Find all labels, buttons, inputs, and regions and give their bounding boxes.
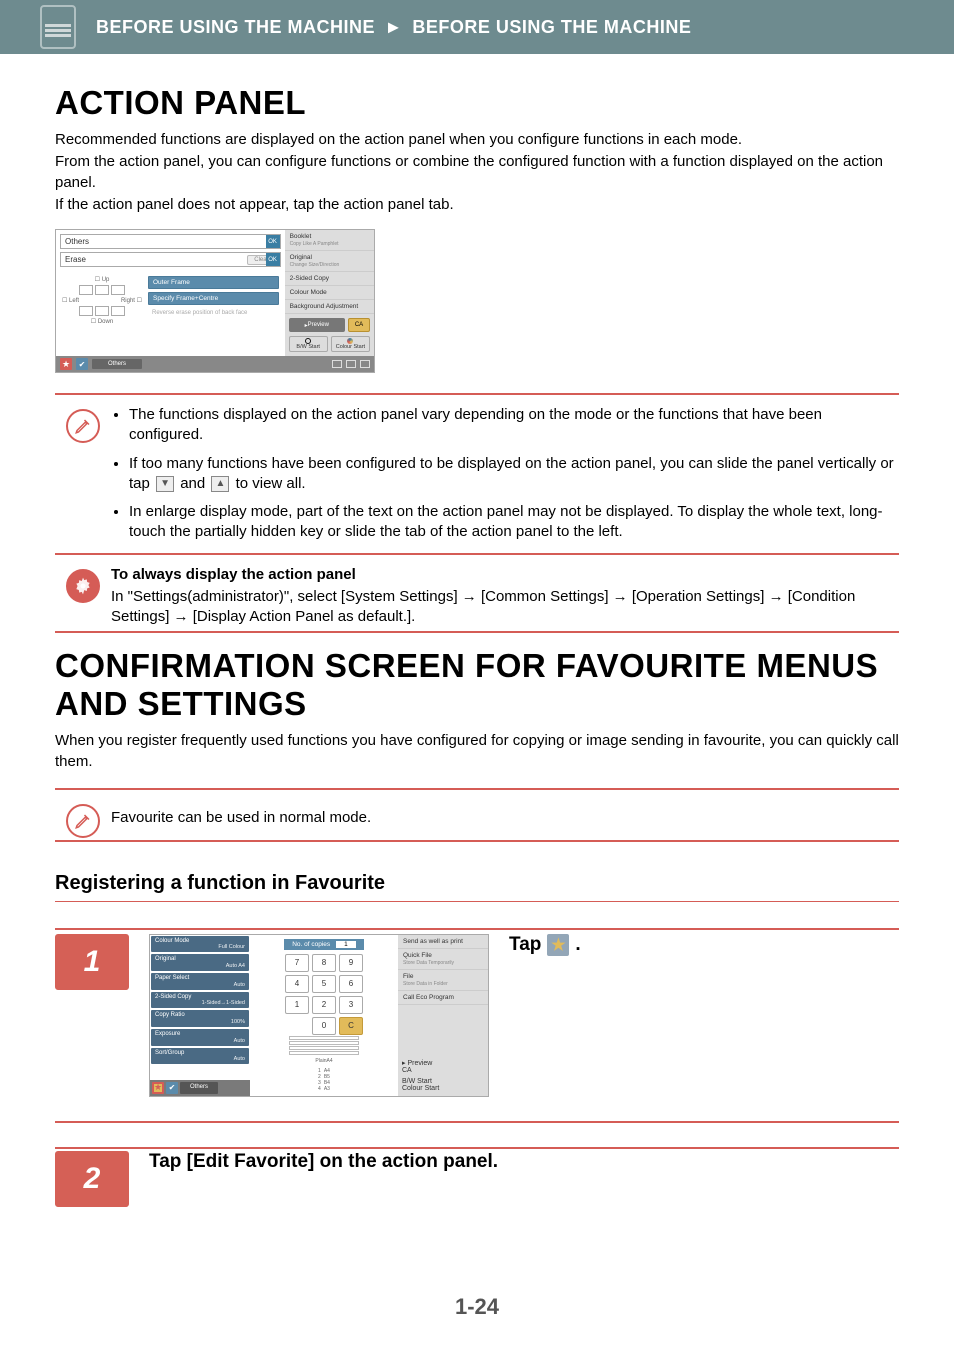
mock-preview-button[interactable]: ▸ Preview — [289, 318, 345, 332]
note-li-3: In enlarge display mode, part of the tex… — [129, 502, 899, 543]
mock-side-background[interactable]: Background Adjustment — [285, 300, 374, 314]
mock2-colour-mode[interactable]: Colour ModeFull Colour — [151, 936, 249, 953]
star-button-icon[interactable]: ★ — [547, 934, 569, 956]
pencil-note-icon-2 — [66, 804, 100, 838]
heading-confirmation-screen: CONFIRMATION SCREEN FOR FAVOURITE MENUS … — [55, 647, 899, 723]
mock2-others-button[interactable]: Others — [180, 1082, 218, 1094]
mock-ok-button[interactable]: OK — [266, 235, 280, 248]
admin-note-title: To always display the action panel — [111, 566, 356, 583]
key-5[interactable]: 5 — [312, 975, 336, 993]
mock2-bw-start-button[interactable]: B/W Start — [402, 1078, 484, 1085]
mock2-quick-file[interactable]: Quick FileStore Data Temporarily — [398, 949, 488, 970]
mock-right-label: Right — [121, 298, 135, 304]
breadcrumb-part-1[interactable]: BEFORE USING THE MACHINE — [96, 17, 375, 37]
intro-line-2: From the action panel, you can configure… — [55, 152, 899, 193]
note-li-1: The functions displayed on the action pa… — [129, 405, 899, 446]
step-1-instruction: Tap ★ . — [509, 934, 899, 956]
mock2-paper-select[interactable]: Paper SelectAuto — [151, 973, 249, 990]
mock2-exposure[interactable]: ExposureAuto — [151, 1029, 249, 1046]
mock2-eco[interactable]: Call Eco Program — [398, 991, 488, 1005]
heading-action-panel: ACTION PANEL — [55, 84, 899, 122]
admin-note-body: In "Settings(administrator)", select [Sy… — [111, 587, 899, 628]
scroll-up-icon[interactable]: ▲ — [211, 476, 229, 492]
key-0[interactable]: 0 — [312, 1017, 336, 1035]
intro-line-3: If the action panel does not appear, tap… — [55, 195, 899, 215]
mock2-keypad[interactable]: 789 456 123 0C — [285, 954, 363, 1035]
mock-left-label: Left — [69, 298, 79, 304]
key-1[interactable]: 1 — [285, 996, 309, 1014]
screenshot-copy-home: Colour ModeFull Colour OriginalAuto A4 P… — [149, 934, 489, 1097]
mock-check-icon[interactable]: ✔ — [76, 358, 88, 370]
mock-side-original[interactable]: OriginalChange Size/Direction — [285, 251, 374, 272]
mock-side-booklet[interactable]: BookletCopy Like A Pamphlet — [285, 230, 374, 251]
mock-favourite-star-icon[interactable]: ★ — [60, 358, 72, 370]
mock2-original[interactable]: OriginalAuto A4 — [151, 954, 249, 971]
step-2-instruction: Tap [Edit Favorite] on the action panel. — [149, 1151, 899, 1173]
breadcrumb-separator-icon: ► — [385, 17, 403, 37]
mock2-colour-start-button[interactable]: Colour Start — [402, 1085, 484, 1092]
mock-erase-diagram: ☐ Up ☐ LeftRight ☐ ☐ Down — [62, 276, 142, 325]
screenshot-erase-panel: OthersOK EraseClearOK ☐ Up ☐ LeftRight ☐… — [55, 229, 375, 373]
mock-side-2sided[interactable]: 2-Sided Copy — [285, 272, 374, 286]
mock-down-label: Down — [98, 319, 113, 325]
mock2-check-icon[interactable]: ✔ — [166, 1082, 178, 1094]
key-8[interactable]: 8 — [312, 954, 336, 972]
mock2-send-print[interactable]: Send as well as print — [398, 935, 488, 949]
mock2-sort-group[interactable]: Sort/GroupAuto — [151, 1048, 249, 1065]
mock2-file[interactable]: FileStore Data in Folder — [398, 970, 488, 991]
mock-ok-button-2[interactable]: OK — [266, 253, 280, 266]
mock2-copy-ratio[interactable]: Copy Ratio100% — [151, 1010, 249, 1027]
heading-registering-favourite: Registering a function in Favourite — [55, 872, 899, 895]
mock2-ca-button[interactable]: CA — [402, 1067, 484, 1074]
note-li-2: If too many functions have been configur… — [129, 454, 899, 495]
manual-page-icon — [40, 5, 76, 49]
pencil-note-icon — [66, 409, 100, 443]
gear-icon — [66, 569, 100, 603]
step-number-2: 2 — [55, 1151, 129, 1207]
key-4[interactable]: 4 — [285, 975, 309, 993]
mock-ca-button[interactable]: CA — [348, 318, 370, 332]
mock-colour-start-button[interactable]: Colour Start — [331, 336, 370, 352]
scroll-down-icon[interactable]: ▼ — [156, 476, 174, 492]
step-2-row: 2 Tap [Edit Favorite] on the action pane… — [55, 1151, 899, 1207]
key-3[interactable]: 3 — [339, 996, 363, 1014]
mock2-tray-icon — [289, 1035, 359, 1056]
page-number: 1-24 — [0, 1294, 954, 1320]
mock-others-header: Others — [65, 237, 89, 246]
key-9[interactable]: 9 — [339, 954, 363, 972]
mock-up-label: Up — [102, 277, 110, 283]
mock-bw-start-button[interactable]: B/W Start — [289, 336, 328, 352]
note-block-info: The functions displayed on the action pa… — [55, 405, 899, 551]
mock-side-colour-mode[interactable]: Colour Mode — [285, 286, 374, 300]
mock-others-button[interactable]: Others — [92, 359, 142, 369]
mock2-plain-label: Plain — [315, 1058, 326, 1064]
step-number-1: 1 — [55, 934, 129, 990]
mock-erase-header: Erase — [65, 255, 86, 264]
key-7[interactable]: 7 — [285, 954, 309, 972]
favourite-mode-note: Favourite can be used in normal mode. — [111, 808, 371, 828]
mock2-2sided[interactable]: 2-Sided Copy1-Sided→1-Sided — [151, 992, 249, 1009]
mock-outer-frame-button[interactable]: Outer Frame — [148, 276, 279, 289]
mock-reverse-erase-label: Reverse erase position of back face — [148, 308, 279, 318]
confirmation-intro: When you register frequently used functi… — [55, 731, 899, 772]
mock-specify-frame-button[interactable]: Specify Frame+Centre — [148, 292, 279, 305]
note-block-favourite: Favourite can be used in normal mode. — [55, 800, 899, 838]
intro-line-1: Recommended functions are displayed on t… — [55, 130, 899, 150]
key-6[interactable]: 6 — [339, 975, 363, 993]
key-2[interactable]: 2 — [312, 996, 336, 1014]
key-clear[interactable]: C — [339, 1017, 363, 1035]
mock2-a4-label: A4 — [327, 1058, 333, 1064]
step-1-row: 1 Colour ModeFull Colour OriginalAuto A4… — [55, 934, 899, 1097]
breadcrumb-part-2[interactable]: BEFORE USING THE MACHINE — [412, 17, 691, 37]
mock2-copies-header: No. of copies1 — [284, 939, 364, 950]
page-header: BEFORE USING THE MACHINE ► BEFORE USING … — [0, 0, 954, 54]
note-block-admin: To always display the action panel In "S… — [55, 565, 899, 630]
mock2-preview-button[interactable]: ▸ Preview — [402, 1059, 484, 1067]
mock2-favourite-star-icon[interactable]: ★ — [152, 1082, 164, 1094]
